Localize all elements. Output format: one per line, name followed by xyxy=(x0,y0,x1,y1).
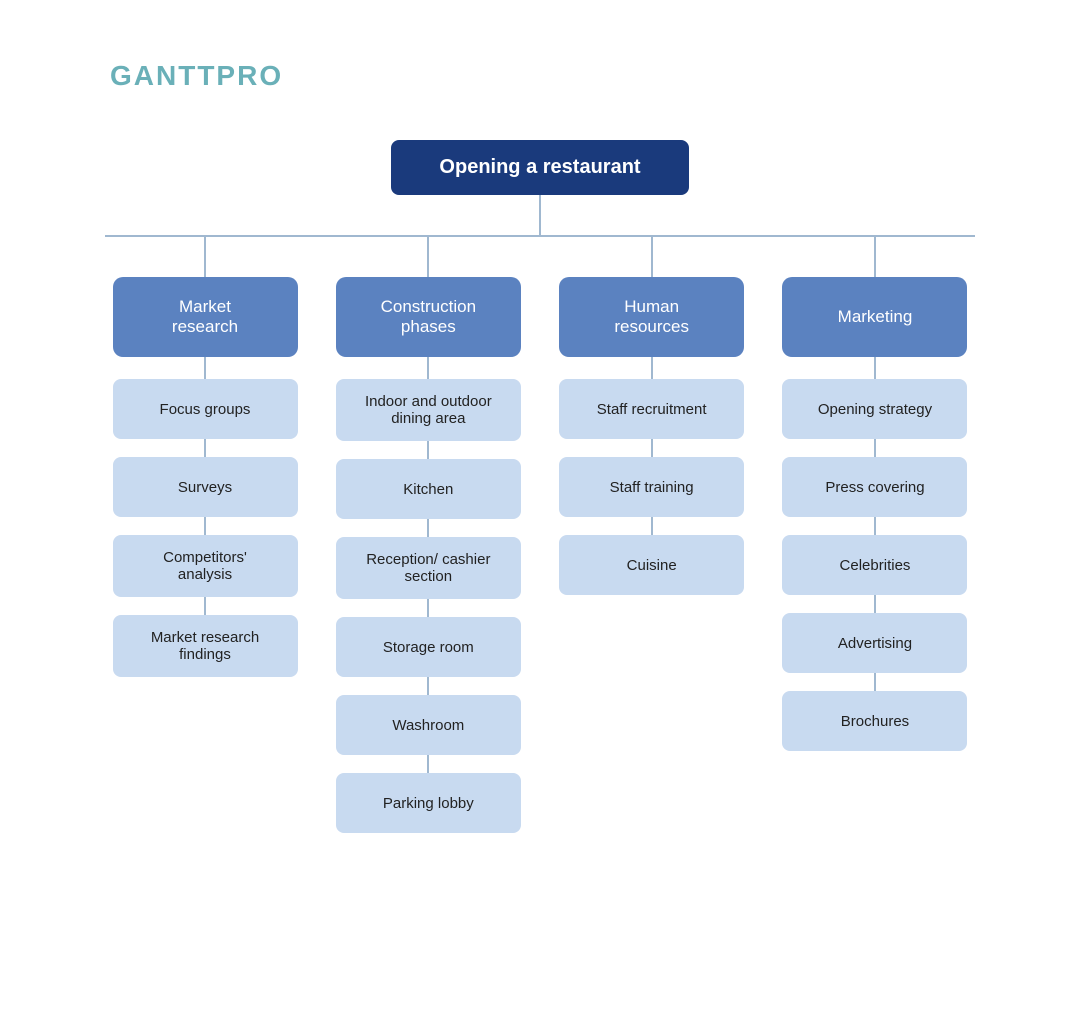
child-storage-room: Storage room xyxy=(336,617,521,677)
cat-human-resources: Humanresources xyxy=(559,277,744,357)
root-node: Opening a restaurant xyxy=(391,140,688,195)
child-washroom: Washroom xyxy=(336,695,521,755)
child-conn xyxy=(874,673,876,691)
child-cuisine: Cuisine xyxy=(559,535,744,595)
child-conn xyxy=(427,677,429,695)
v-drop-2 xyxy=(427,237,429,277)
cat-conn-2 xyxy=(427,357,429,379)
column-human-resources: Humanresources Staff recruitment Staff t… xyxy=(552,237,752,595)
child-staff-training: Staff training xyxy=(559,457,744,517)
child-conn xyxy=(204,517,206,535)
cat-conn-3 xyxy=(651,357,653,379)
child-indoor-outdoor: Indoor and outdoordining area xyxy=(336,379,521,441)
child-conn xyxy=(427,519,429,537)
cat-market-research: Marketresearch xyxy=(113,277,298,357)
v-drop-3 xyxy=(651,237,653,277)
child-competitors-analysis: Competitors'analysis xyxy=(113,535,298,597)
child-press-covering: Press covering xyxy=(782,457,967,517)
v-drop-1 xyxy=(204,237,206,277)
child-conn xyxy=(874,517,876,535)
child-staff-recruitment: Staff recruitment xyxy=(559,379,744,439)
column-construction-phases: Constructionphases Indoor and outdoordin… xyxy=(328,237,528,833)
cat-construction-phases: Constructionphases xyxy=(336,277,521,357)
child-kitchen: Kitchen xyxy=(336,459,521,519)
child-opening-strategy: Opening strategy xyxy=(782,379,967,439)
child-conn xyxy=(427,599,429,617)
child-celebrities: Celebrities xyxy=(782,535,967,595)
diagram: Opening a restaurant Marketresearch Focu… xyxy=(0,0,1080,833)
child-surveys: Surveys xyxy=(113,457,298,517)
columns-area: Marketresearch Focus groups Surveys Comp… xyxy=(105,237,975,833)
child-conn xyxy=(427,755,429,773)
child-market-research-findings: Market researchfindings xyxy=(113,615,298,677)
child-reception-cashier: Reception/ cashiersection xyxy=(336,537,521,599)
root-connector xyxy=(539,195,541,235)
child-brochures: Brochures xyxy=(782,691,967,751)
child-advertising: Advertising xyxy=(782,613,967,673)
child-conn xyxy=(427,441,429,459)
cat-conn-4 xyxy=(874,357,876,379)
child-focus-groups: Focus groups xyxy=(113,379,298,439)
logo: GANTTPRO xyxy=(110,60,283,92)
child-conn xyxy=(874,595,876,613)
child-parking-lobby: Parking lobby xyxy=(336,773,521,833)
cat-conn-1 xyxy=(204,357,206,379)
child-conn xyxy=(874,439,876,457)
column-marketing: Marketing Opening strategy Press coverin… xyxy=(775,237,975,751)
child-conn xyxy=(204,439,206,457)
child-conn xyxy=(651,439,653,457)
v-drop-4 xyxy=(874,237,876,277)
child-conn xyxy=(204,597,206,615)
child-conn xyxy=(651,517,653,535)
column-market-research: Marketresearch Focus groups Surveys Comp… xyxy=(105,237,305,677)
cat-marketing: Marketing xyxy=(782,277,967,357)
